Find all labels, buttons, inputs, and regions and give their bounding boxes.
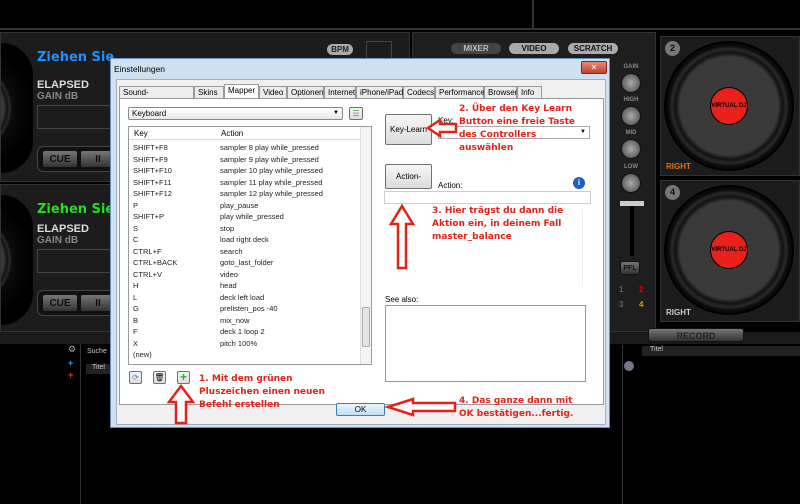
annotation-step-2: 2. Über den Key Learn Button eine freie T… [459, 103, 575, 155]
annotation-line: OK bestätigen...fertig. [459, 409, 574, 419]
annotation-arrows [166, 117, 458, 425]
annotation-line: des Controllers [459, 130, 537, 140]
annotation-line: Aktion ein, in deinem Fall [432, 219, 562, 229]
arrow-left-icon [383, 397, 457, 417]
annotation-line: 2. Über den Key Learn [459, 104, 573, 114]
annotation-step-4: 4. Das ganze dann mit OK bestätigen...fer… [459, 395, 573, 421]
arrow-left-icon [425, 117, 458, 139]
annotation-line: Befehl erstellen [199, 400, 280, 410]
annotation-line: Button eine freie Taste [459, 117, 576, 127]
annotation-line: 1. Mit dem grünen [199, 374, 293, 384]
annotation-line: 4. Das ganze dann mit [459, 396, 573, 406]
annotation-line: auswählen [459, 143, 514, 153]
annotation-step-3: 3. Hier trägst du dann die Aktion ein, in… [432, 205, 563, 244]
annotation-line: 3. Hier trägst du dann die [432, 206, 564, 216]
arrow-up-icon [388, 203, 416, 270]
annotation-line: Pluszeichen einen neuen [199, 387, 325, 397]
annotation-step-1: 1. Mit dem grünen Pluszeichen einen neuen… [199, 373, 325, 412]
arrow-up-icon [166, 383, 196, 425]
annotation-line: master_balance [432, 232, 512, 242]
